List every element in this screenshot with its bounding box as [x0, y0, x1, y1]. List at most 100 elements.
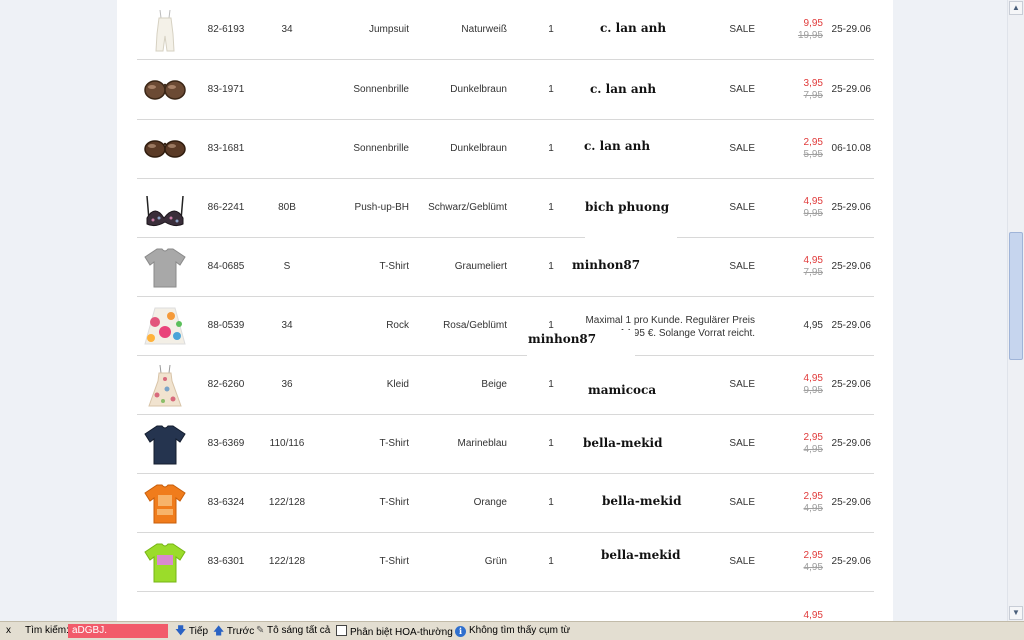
status-badge: SALE — [729, 202, 755, 213]
buyer-name: c. lan anh — [600, 21, 667, 35]
table-row: 83-6324 122/128 T-Shirt Orange 1 bella-m… — [137, 473, 874, 533]
article-number: 82-6260 — [207, 379, 245, 390]
buyer-name: minhon87 — [572, 258, 641, 272]
table-row: 83-6301 122/128 T-Shirt Grün 1 bella-mek… — [137, 532, 874, 592]
size-value: 34 — [281, 24, 293, 35]
status-badge: SALE — [729, 556, 755, 567]
product-color: Naturweiß — [461, 24, 507, 35]
skirt-thumbnail — [144, 307, 186, 345]
sale-price: 2,95 — [803, 137, 823, 148]
price: 2,95 5,95 — [777, 137, 823, 161]
buyer-name: bich phuong — [585, 200, 670, 214]
find-input[interactable]: aDGBJ. — [68, 624, 168, 638]
quantity: 1 — [548, 379, 554, 390]
tshirt-orange-thumbnail — [144, 484, 186, 524]
size-value: 80B — [278, 202, 296, 213]
status-badge: SALE — [729, 438, 755, 449]
size-value: 122/128 — [268, 556, 306, 567]
product-name: T-Shirt — [379, 261, 409, 272]
highlight-all-button[interactable]: ✎ Tô sáng tất cả — [256, 625, 330, 637]
buyer-name: bella-mekid — [601, 548, 681, 562]
find-previous-button[interactable]: 🡅 Trước — [213, 625, 254, 638]
product-name: Kleid — [386, 379, 409, 390]
sale-date: 25-29.06 — [831, 497, 871, 508]
sale-date: 25-29.06 — [831, 202, 871, 213]
quantity: 1 — [548, 84, 554, 95]
size-value: 36 — [281, 379, 293, 390]
find-previous-label: Trước — [226, 626, 255, 637]
find-label: Tìm kiếm: — [25, 625, 69, 636]
sale-date: 25-29.06 — [831, 261, 871, 272]
sale-price: 9,95 — [803, 18, 823, 29]
article-number: 84-0685 — [207, 261, 245, 272]
old-price: 7,95 — [803, 90, 823, 101]
table-row: 86-2241 80B Push-up-BH Schwarz/Geblümt 1… — [137, 178, 874, 240]
product-color: Beige — [481, 379, 507, 390]
price: 4,95 7,95 — [777, 255, 823, 279]
match-case-checkbox[interactable]: Phân biệt HOA-thường — [336, 625, 453, 639]
product-color: Dunkelbraun — [450, 143, 507, 154]
size-value: 34 — [281, 320, 293, 331]
sunglasses-thumbnail — [144, 140, 186, 158]
old-price: 5,95 — [803, 149, 823, 160]
highlighter-icon: ✎ — [256, 625, 265, 636]
buyer-name: bella-mekid — [602, 494, 682, 508]
sale-date: 25-29.06 — [831, 556, 871, 567]
sale-date: 25-29.06 — [831, 438, 871, 449]
old-price: 7,95 — [803, 267, 823, 278]
old-price: 4,95 — [803, 503, 823, 514]
size-value: 110/116 — [269, 438, 305, 449]
bra-thumbnail — [146, 195, 184, 227]
tshirt-navy-thumbnail — [144, 425, 186, 465]
old-price: 9,95 — [803, 385, 823, 396]
product-name: Jumpsuit — [368, 24, 409, 35]
find-status-label: Không tìm thấy cụm từ — [469, 625, 571, 636]
old-price: 4,95 — [803, 562, 823, 573]
article-number: 88-0539 — [207, 320, 245, 331]
sale-price: 4,95 — [803, 373, 823, 384]
price: 2,95 4,95 — [777, 550, 823, 574]
product-name: T-Shirt — [379, 497, 409, 508]
buyer-name: bella-mekid — [583, 436, 663, 450]
find-next-label: Tiếp — [188, 626, 209, 637]
quantity: 1 — [548, 556, 554, 567]
article-number: 83-6369 — [207, 438, 245, 449]
buyer-name: mamicoca — [588, 383, 657, 397]
table-row: 83-1971 Sonnenbrille Dunkelbraun 1 c. la… — [137, 60, 874, 120]
table-row: 83-1681 Sonnenbrille Dunkelbraun 1 c. la… — [137, 119, 874, 179]
dress-thumbnail — [148, 364, 182, 407]
regular-price: 4,95 — [803, 320, 823, 331]
quantity: 1 — [548, 438, 554, 449]
product-color: Dunkelbraun — [450, 84, 507, 95]
status-badge: SALE — [729, 261, 755, 272]
checkbox-icon — [336, 625, 347, 636]
quantity: 1 — [548, 261, 554, 272]
buyer-name: c. lan anh — [584, 139, 651, 153]
article-number: 83-6301 — [207, 556, 245, 567]
scroll-up-arrow-icon[interactable]: ▲ — [1009, 1, 1023, 15]
close-find-bar-button[interactable]: x — [6, 625, 11, 637]
vertical-scrollbar[interactable]: ▲ ▼ — [1007, 0, 1024, 622]
find-bar: x Tìm kiếm: aDGBJ. 🡇 Tiếp 🡅 Trước ✎ Tô s… — [0, 621, 1024, 640]
scroll-down-arrow-icon[interactable]: ▼ — [1009, 606, 1023, 620]
sale-date: 25-29.06 — [831, 379, 871, 390]
find-status: i Không tìm thấy cụm từ — [455, 625, 570, 637]
sale-price: 4,95 — [803, 255, 823, 266]
sale-price: 2,95 — [803, 491, 823, 502]
status-badge: SALE — [729, 84, 755, 95]
product-name: Sonnenbrille — [353, 143, 409, 154]
scrollbar-thumb[interactable] — [1009, 232, 1023, 360]
quantity: 1 — [548, 143, 554, 154]
size-value: 122/128 — [268, 497, 306, 508]
sale-date: 25-29.06 — [831, 24, 871, 35]
product-name: Sonnenbrille — [353, 84, 409, 95]
buyer-name: minhon87 — [528, 332, 597, 346]
table-row: 84-0685 S T-Shirt Graumeliert 1 minhon87… — [137, 237, 874, 297]
find-next-button[interactable]: 🡇 Tiếp — [175, 625, 208, 638]
sale-price: 3,95 — [803, 78, 823, 89]
price: 9,95 19,95 — [777, 18, 823, 42]
table-row: 88-0539 34 Rock Rosa/Geblümt 1 Maximal 1… — [137, 296, 874, 356]
product-name: T-Shirt — [379, 556, 409, 567]
status-badge: SALE — [729, 497, 755, 508]
product-name: Rock — [386, 320, 409, 331]
